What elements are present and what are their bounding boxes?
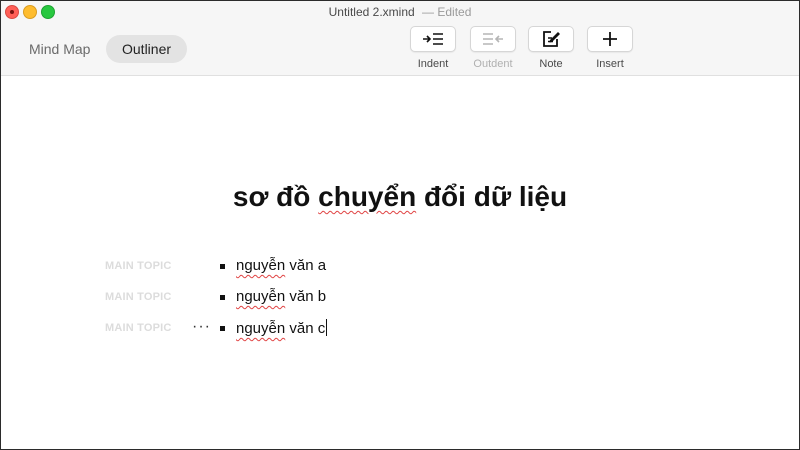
topic-text[interactable]: nguyễn văn b — [236, 288, 326, 305]
topic-text-editing[interactable]: nguyễn văn c — [236, 319, 328, 337]
outdent-button[interactable] — [470, 26, 516, 52]
bullet-icon — [220, 326, 225, 331]
outline-row[interactable]: MAIN TOPIC nguyễn văn b — [1, 287, 799, 309]
outline-row[interactable]: MAIN TOPIC nguyễn văn a — [1, 256, 799, 278]
central-topic[interactable]: sơ đồ chuyển đổi dữ liệu — [1, 181, 799, 213]
tab-outliner[interactable]: Outliner — [106, 35, 188, 63]
topic-text-rest: văn a — [285, 257, 327, 274]
note-button[interactable] — [528, 26, 574, 52]
outdent-tool[interactable]: Outdent — [469, 26, 517, 70]
topic-text[interactable]: nguyễn văn a — [236, 257, 326, 274]
main-topic-tag: MAIN TOPIC — [105, 322, 172, 334]
main-topic-tag: MAIN TOPIC — [105, 291, 172, 303]
insert-tool[interactable]: Insert — [586, 26, 634, 70]
app-window: Untitled 2.xmind — Edited Mind Map Outli… — [0, 0, 800, 450]
outdent-icon — [483, 33, 503, 45]
bullet-icon — [220, 264, 225, 269]
bullet-icon — [220, 295, 225, 300]
note-tool[interactable]: Note — [527, 26, 575, 70]
central-topic-text-start: sơ đồ — [232, 181, 319, 212]
misspelled-word: nguyễn — [236, 257, 286, 274]
title-bar: Untitled 2.xmind — Edited Mind Map Outli… — [1, 1, 799, 76]
misspelled-word: nguyễn — [236, 288, 286, 305]
misspelled-word: nguyễn — [236, 320, 286, 337]
plus-icon — [603, 32, 617, 46]
outdent-label: Outdent — [473, 58, 513, 70]
window-title: Untitled 2.xmind — Edited — [1, 5, 799, 19]
topic-text-rest: văn b — [285, 288, 327, 305]
edited-status: — Edited — [422, 5, 472, 19]
central-topic-misspelled-word: chuyển — [318, 181, 417, 212]
indent-tool[interactable]: Indent — [409, 26, 457, 70]
topic-text-rest: văn c — [285, 320, 326, 337]
indent-icon — [423, 33, 443, 45]
note-icon — [543, 31, 560, 47]
text-caret — [326, 319, 328, 336]
outline-row-active[interactable]: MAIN TOPIC ··· nguyễn văn c — [1, 318, 799, 340]
insert-button[interactable] — [587, 26, 633, 52]
insert-label: Insert — [596, 58, 624, 70]
more-options-icon[interactable]: ··· — [192, 318, 211, 336]
main-topic-tag: MAIN TOPIC — [105, 260, 172, 272]
note-label: Note — [539, 58, 563, 70]
indent-button[interactable] — [410, 26, 456, 52]
indent-label: Indent — [417, 58, 449, 70]
document-name: Untitled 2.xmind — [328, 5, 415, 19]
tab-mind-map[interactable]: Mind Map — [13, 35, 106, 63]
central-topic-text-end: đổi dữ liệu — [416, 181, 568, 212]
